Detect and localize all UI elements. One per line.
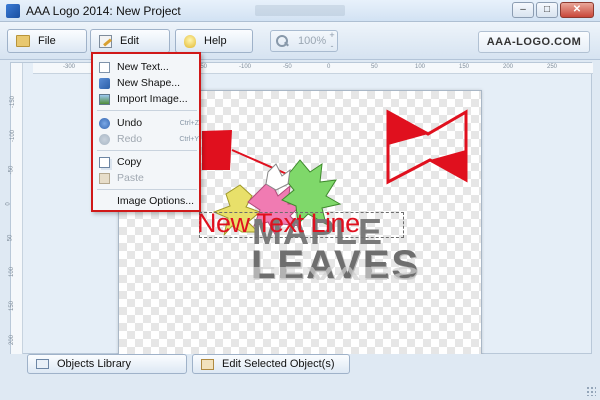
objects-library-tab[interactable]: Objects Library bbox=[27, 354, 187, 374]
menu-item-label: Import Image... bbox=[117, 93, 188, 105]
menu-item-paste: Paste bbox=[97, 170, 199, 186]
ruler-tick-label: 50 bbox=[7, 234, 14, 242]
zoom-in-button[interactable]: + bbox=[326, 30, 338, 41]
menu-separator bbox=[97, 150, 197, 151]
zoom-out-button[interactable]: - bbox=[326, 41, 338, 52]
ruler-tick-label: 0 bbox=[5, 202, 12, 206]
ruler-tick-label: -50 bbox=[8, 165, 15, 175]
help-menu-button[interactable]: Help bbox=[175, 29, 253, 53]
minimize-button[interactable]: – bbox=[512, 2, 534, 18]
menu-item-image-options[interactable]: Image Options... bbox=[97, 193, 199, 209]
lightbulb-icon bbox=[184, 34, 196, 48]
new-text-icon bbox=[99, 61, 110, 73]
file-menu-button[interactable]: File bbox=[7, 29, 87, 53]
ruler-tick-label: 200 bbox=[503, 64, 514, 70]
new-shape-icon bbox=[99, 77, 110, 89]
logo-text-reflection: LEAVES bbox=[251, 263, 421, 283]
redo-icon bbox=[99, 133, 110, 145]
ruler-tick-label: 150 bbox=[9, 300, 16, 312]
ruler-tick-label: 100 bbox=[9, 266, 16, 278]
bottom-bar: Objects Library Edit Selected Object(s) bbox=[0, 354, 600, 400]
window-title: AAA Logo 2014: New Project bbox=[26, 4, 181, 18]
ruler-tick-label: -100 bbox=[239, 64, 252, 70]
ruler-tick-label: 100 bbox=[415, 64, 426, 70]
edit-icon bbox=[99, 34, 112, 48]
menu-separator bbox=[97, 110, 197, 111]
app-icon bbox=[6, 4, 20, 18]
menu-separator bbox=[97, 189, 197, 190]
website-link[interactable]: AAA-LOGO.COM bbox=[478, 31, 590, 53]
folder-icon bbox=[16, 35, 30, 47]
ruler-tick-label: 50 bbox=[371, 64, 378, 70]
edit-object-icon bbox=[201, 358, 214, 370]
menu-item-label: Redo bbox=[117, 133, 143, 145]
menu-toolbar: File Edit Help 100% + - AAA-LOGO.COM bbox=[0, 22, 600, 60]
menu-item-label: Image Options... bbox=[117, 195, 195, 207]
menu-shortcut: Ctrl+Z bbox=[179, 119, 199, 127]
edit-menu-button[interactable]: Edit bbox=[90, 29, 170, 53]
zoom-stepper[interactable]: + - bbox=[326, 30, 338, 52]
ruler-tick-label: -50 bbox=[283, 64, 292, 70]
menu-item-copy[interactable]: Copy bbox=[97, 154, 199, 170]
menu-item-redo: Redo Ctrl+Y bbox=[97, 131, 199, 147]
ruler-tick-label: -100 bbox=[10, 129, 17, 143]
menu-item-new-text[interactable]: New Text... bbox=[97, 59, 199, 75]
menu-item-label: Undo bbox=[117, 117, 143, 129]
undo-icon bbox=[99, 117, 110, 129]
title-bar: AAA Logo 2014: New Project – □ ✕ bbox=[0, 0, 600, 22]
magnifier-icon bbox=[276, 35, 288, 47]
ruler-tick-label: 250 bbox=[547, 64, 558, 70]
ruler-tick-label: 150 bbox=[459, 64, 470, 70]
edit-selected-label: Edit Selected Object(s) bbox=[222, 358, 335, 370]
edit-dropdown-menu: New Text... New Shape... Import Image...… bbox=[91, 52, 201, 212]
paste-icon bbox=[99, 172, 110, 184]
import-image-icon bbox=[99, 93, 110, 105]
copy-icon bbox=[99, 156, 110, 168]
menu-item-import-image[interactable]: Import Image... bbox=[97, 91, 199, 107]
edit-menu-label: Edit bbox=[120, 35, 139, 47]
zoom-value: 100% bbox=[298, 35, 327, 47]
objects-library-label: Objects Library bbox=[57, 358, 131, 370]
vertical-ruler: -150 -100 -50 0 50 100 150 200 bbox=[6, 63, 23, 355]
close-button[interactable]: ✕ bbox=[560, 2, 594, 18]
title-placeholder bbox=[255, 5, 345, 16]
menu-item-label: New Shape... bbox=[117, 77, 181, 89]
help-menu-label: Help bbox=[204, 35, 227, 47]
file-menu-label: File bbox=[38, 35, 56, 47]
ruler-tick-label: -300 bbox=[63, 64, 76, 70]
ruler-tick-label: -150 bbox=[10, 95, 17, 109]
edit-selected-objects-tab[interactable]: Edit Selected Object(s) bbox=[192, 354, 350, 374]
maximize-button[interactable]: □ bbox=[536, 2, 558, 18]
menu-item-new-shape[interactable]: New Shape... bbox=[97, 75, 199, 91]
menu-item-label: New Text... bbox=[117, 61, 169, 73]
selected-text-object[interactable]: New Text Line bbox=[197, 210, 360, 237]
ruler-tick-label: 200 bbox=[9, 334, 16, 346]
menu-item-spacer bbox=[99, 196, 110, 207]
menu-item-undo[interactable]: Undo Ctrl+Z bbox=[97, 115, 199, 131]
menu-item-label: Paste bbox=[117, 172, 144, 184]
ruler-tick-label: 0 bbox=[327, 64, 331, 70]
menu-shortcut: Ctrl+Y bbox=[179, 135, 199, 143]
library-icon bbox=[36, 359, 49, 369]
resize-grip[interactable] bbox=[586, 386, 596, 396]
menu-item-label: Copy bbox=[117, 156, 142, 168]
